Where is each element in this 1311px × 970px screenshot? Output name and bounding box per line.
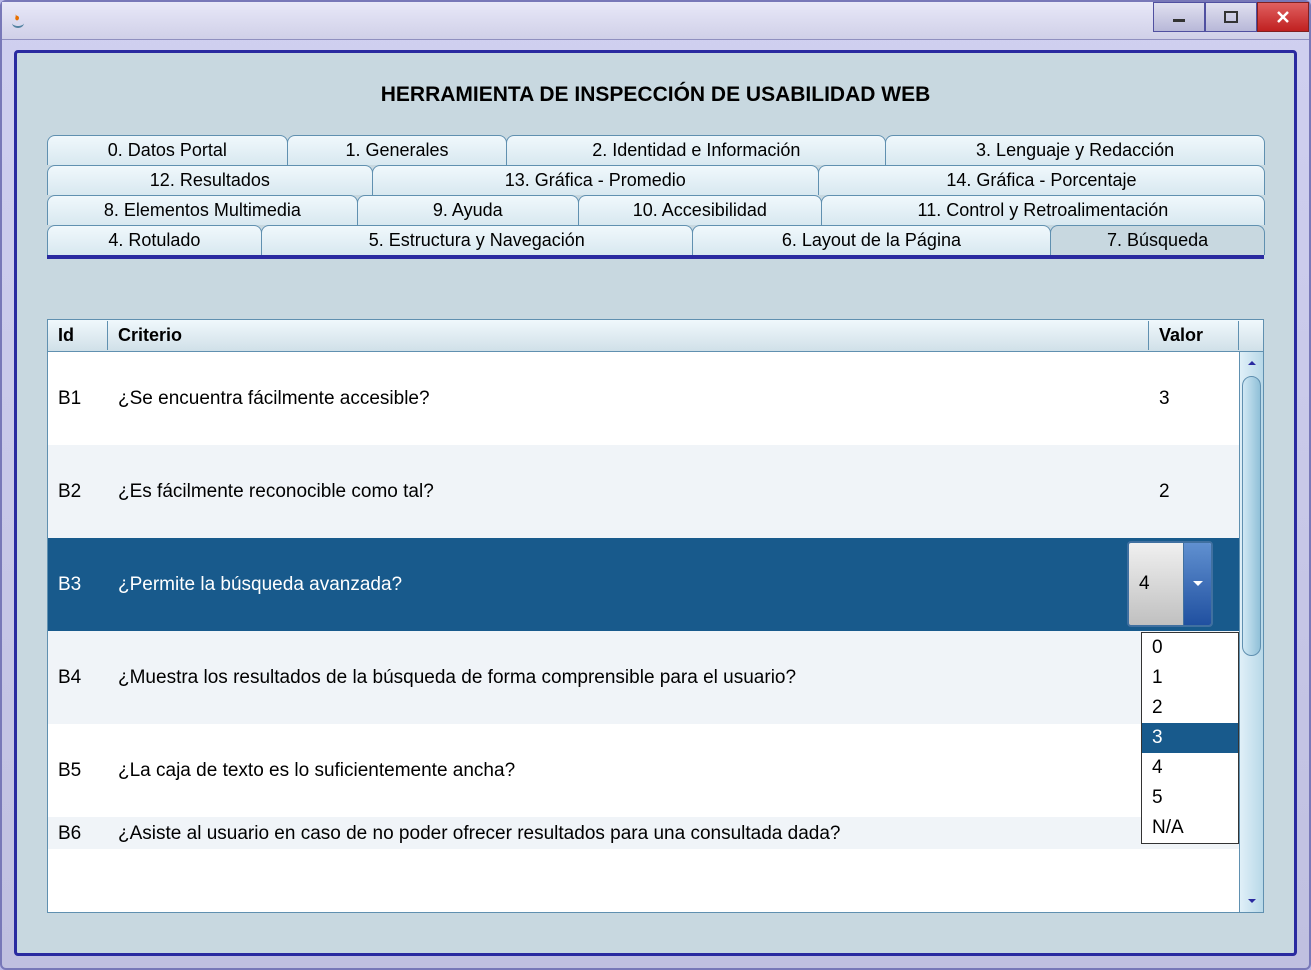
table-row[interactable]: B6 ¿Asiste al usuario en caso de no pode…	[48, 817, 1239, 849]
tab-layout[interactable]: 6. Layout de la Página	[692, 225, 1051, 255]
tab-rotulado[interactable]: 4. Rotulado	[47, 225, 262, 255]
title-bar[interactable]	[2, 2, 1309, 40]
dropdown-option-highlighted[interactable]: 3	[1142, 723, 1238, 753]
cell-id: B6	[48, 823, 108, 845]
col-header-id[interactable]: Id	[48, 321, 108, 350]
content-area: Id Criterio Valor B1 ¿Se encuentra fácil…	[47, 319, 1264, 913]
valor-combobox[interactable]: 4	[1127, 541, 1213, 627]
table-header: Id Criterio Valor	[48, 320, 1263, 352]
maximize-button[interactable]	[1205, 2, 1257, 32]
table-row[interactable]: B1 ¿Se encuentra fácilmente accesible? 3	[48, 352, 1239, 445]
cell-criterio: ¿Permite la búsqueda avanzada?	[108, 574, 1149, 596]
dropdown-option[interactable]: 2	[1142, 693, 1238, 723]
cell-id: B3	[48, 574, 108, 596]
scroll-thumb[interactable]	[1242, 376, 1261, 656]
cell-id: B5	[48, 760, 108, 782]
cell-criterio: ¿Es fácilmente reconocible como tal?	[108, 481, 1149, 503]
scroll-up-button[interactable]	[1240, 352, 1263, 374]
window-controls	[1153, 2, 1309, 32]
table-body: B1 ¿Se encuentra fácilmente accesible? 3…	[48, 352, 1263, 912]
tab-resultados[interactable]: 12. Resultados	[47, 165, 373, 195]
window-frame: HERRAMIENTA DE INSPECCIÓN DE USABILIDAD …	[0, 0, 1311, 970]
combo-dropdown-button[interactable]	[1183, 543, 1211, 625]
vertical-scrollbar[interactable]	[1239, 352, 1263, 912]
table-row[interactable]: B5 ¿La caja de texto es lo suficientemen…	[48, 724, 1239, 817]
cell-valor[interactable]: 2	[1149, 481, 1239, 503]
cell-valor[interactable]: 3	[1149, 388, 1239, 410]
cell-criterio: ¿Se encuentra fácilmente accesible?	[108, 388, 1149, 410]
criteria-table: Id Criterio Valor B1 ¿Se encuentra fácil…	[47, 319, 1264, 913]
tab-generales[interactable]: 1. Generales	[287, 135, 508, 165]
tab-grafica-porcentaje[interactable]: 14. Gráfica - Porcentaje	[818, 165, 1265, 195]
tab-estructura[interactable]: 5. Estructura y Navegación	[261, 225, 693, 255]
java-icon	[8, 11, 28, 31]
tab-datos-portal[interactable]: 0. Datos Portal	[47, 135, 288, 165]
table-row[interactable]: B4 ¿Muestra los resultados de la búsqued…	[48, 631, 1239, 724]
app-title: HERRAMIENTA DE INSPECCIÓN DE USABILIDAD …	[47, 83, 1264, 107]
dropdown-option[interactable]: 1	[1142, 663, 1238, 693]
cell-id: B1	[48, 388, 108, 410]
tab-underline	[47, 255, 1264, 259]
dropdown-option[interactable]: 4	[1142, 753, 1238, 783]
tab-grafica-promedio[interactable]: 13. Gráfica - Promedio	[372, 165, 819, 195]
chevron-down-icon	[1247, 897, 1257, 905]
cell-criterio: ¿Asiste al usuario en caso de no poder o…	[108, 823, 1149, 845]
tab-multimedia[interactable]: 8. Elementos Multimedia	[47, 195, 358, 225]
tab-busqueda[interactable]: 7. Búsqueda	[1050, 225, 1265, 255]
chevron-up-icon	[1247, 359, 1257, 367]
combo-value: 4	[1139, 573, 1150, 595]
table-row[interactable]: B2 ¿Es fácilmente reconocible como tal? …	[48, 445, 1239, 538]
tab-container: 0. Datos Portal 1. Generales 2. Identida…	[47, 135, 1264, 259]
close-button[interactable]	[1257, 2, 1309, 32]
table-row-selected[interactable]: B3 ¿Permite la búsqueda avanzada? 4	[48, 538, 1239, 631]
scroll-down-button[interactable]	[1240, 890, 1263, 912]
cell-id: B4	[48, 667, 108, 689]
cell-criterio: ¿Muestra los resultados de la búsqueda d…	[108, 667, 1149, 689]
col-header-scroll	[1239, 332, 1263, 340]
col-header-criterio[interactable]: Criterio	[108, 321, 1149, 350]
dropdown-option[interactable]: N/A	[1142, 813, 1238, 843]
dropdown-option[interactable]: 5	[1142, 783, 1238, 813]
col-header-valor[interactable]: Valor	[1149, 321, 1239, 350]
chevron-down-icon	[1192, 580, 1204, 588]
tab-lenguaje[interactable]: 3. Lenguaje y Redacción	[885, 135, 1265, 165]
app-panel: HERRAMIENTA DE INSPECCIÓN DE USABILIDAD …	[14, 50, 1297, 956]
tab-control[interactable]: 11. Control y Retroalimentación	[821, 195, 1265, 225]
minimize-button[interactable]	[1153, 2, 1205, 32]
valor-dropdown-list[interactable]: 0 1 2 3 4 5 N/A	[1141, 632, 1239, 844]
dropdown-option[interactable]: 0	[1142, 633, 1238, 663]
tab-ayuda[interactable]: 9. Ayuda	[357, 195, 579, 225]
cell-id: B2	[48, 481, 108, 503]
cell-criterio: ¿La caja de texto es lo suficientemente …	[108, 760, 1149, 782]
tab-identidad[interactable]: 2. Identidad e Información	[506, 135, 886, 165]
tab-accesibilidad[interactable]: 10. Accesibilidad	[578, 195, 822, 225]
